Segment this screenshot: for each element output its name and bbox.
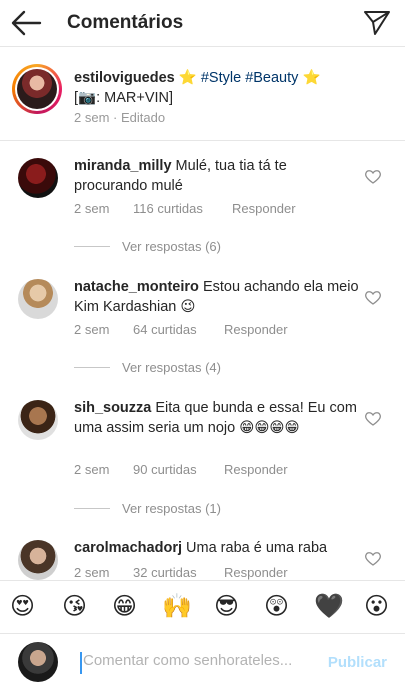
avatar[interactable] [18,400,58,440]
divider [74,507,110,509]
view-replies-button[interactable]: Ver respostas (6) [74,236,221,256]
comment-username[interactable]: miranda_milly [74,158,172,174]
divider [74,245,110,247]
emoji-heart-eyes[interactable]: 😍 [10,591,35,621]
comment-meta: 2 sem 32 curtidas Responder [74,565,288,580]
arrow-left-icon[interactable] [10,8,42,38]
comment-text: miranda_milly Mulé, tua tia tá te procur… [74,156,359,196]
page-title: Comentários [67,12,184,33]
comment-username[interactable]: sih_souzza [74,400,151,416]
heart-icon[interactable] [365,290,381,305]
divider [74,366,110,368]
comment-time: 2 sem [74,201,110,216]
comment-likes[interactable]: 64 curtidas [133,322,224,337]
paper-plane-icon[interactable] [363,9,391,37]
star-emoji: ⭐ [302,70,321,86]
comment-username[interactable]: carolmachadorj [74,540,182,556]
reply-button[interactable]: Responder [232,201,296,216]
caption-username[interactable]: estiloviguedes [74,70,175,86]
emoji-quick-bar: 😍 😘 😁 🙌 😎 😲 🖤 😮 [0,580,405,632]
emoji-sunglasses[interactable]: 😎 [214,591,239,621]
comment-meta: 2 sem 116 curtidas Responder [74,201,296,216]
publish-button[interactable]: Publicar [328,654,387,671]
comment-time: 2 sem [74,462,110,477]
emoji-open-mouth[interactable]: 😮 [364,591,389,621]
heart-icon[interactable] [365,551,381,566]
avatar[interactable] [18,540,58,580]
comment-meta: 2 sem 64 curtidas Responder [74,322,288,337]
comment-text: natache_monteiro Estou achando ela meio … [74,277,359,317]
comment-likes[interactable]: 116 curtidas [133,201,232,216]
reply-button[interactable]: Responder [224,322,288,337]
author-avatar[interactable] [12,64,62,114]
star-emoji: ⭐ [178,70,197,86]
emoji-black-heart[interactable]: 🖤 [314,591,344,621]
caption-credit: [📷: MAR+VIN] [74,90,174,106]
comment-username[interactable]: natache_monteiro [74,279,199,295]
comment-likes[interactable]: 90 curtidas [133,462,224,477]
emoji-grin[interactable]: 😁 [112,591,137,621]
comment-input[interactable]: Comentar como senhorateles... [80,652,310,674]
comment-content: Uma raba é uma raba [186,540,328,556]
view-replies-label: Ver respostas (6) [122,238,221,254]
top-bar: Comentários [0,0,405,47]
avatar[interactable] [18,279,58,319]
comment-likes[interactable]: 32 curtidas [133,565,224,580]
view-replies-label: Ver respostas (4) [122,359,221,375]
heart-icon[interactable] [365,411,381,426]
view-replies-label: Ver respostas (1) [122,500,221,516]
caption-text: estiloviguedes ⭐ #Style #Beauty ⭐ [📷: MA… [74,68,384,108]
emoji-astonished[interactable]: 😲 [264,591,289,621]
comment-text: carolmachadorj Uma raba é uma raba [74,538,359,558]
caption-meta: 2 sem · Editado [74,110,166,125]
emoji-raised-hands[interactable]: 🙌 [162,591,192,621]
comment-text: sih_souzza Eita que bunda e essa! Eu com… [74,398,359,438]
reply-button[interactable]: Responder [224,462,288,477]
emoji-kiss[interactable]: 😘 [62,591,87,621]
avatar[interactable] [18,158,58,198]
view-replies-button[interactable]: Ver respostas (4) [74,357,221,377]
comment-meta: 2 sem 90 curtidas Responder [74,462,288,477]
comment-time: 2 sem [74,322,110,337]
view-replies-button[interactable]: Ver respostas (1) [74,498,221,518]
comment-composer: Comentar como senhorateles... Publicar [0,633,405,689]
comment-time: 2 sem [74,565,110,580]
post-caption: estiloviguedes ⭐ #Style #Beauty ⭐ [📷: MA… [0,48,405,141]
caption-hashtags[interactable]: #Style #Beauty [201,70,299,86]
avatar [18,642,58,682]
heart-icon[interactable] [365,169,381,184]
reply-button[interactable]: Responder [224,565,288,580]
